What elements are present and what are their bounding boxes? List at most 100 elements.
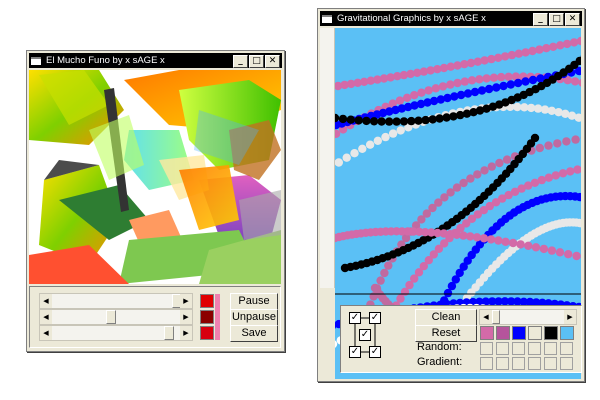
minimize-button[interactable]: _ [533, 13, 548, 26]
color-magenta[interactable] [496, 326, 510, 340]
orbit-dot [562, 137, 571, 146]
close-button[interactable]: ✕ [565, 13, 580, 26]
gradient-checkbox-2[interactable] [496, 357, 509, 370]
arrow-right-icon[interactable]: ▶ [180, 326, 192, 340]
random-checkbox-5[interactable] [544, 342, 557, 355]
orbit-dot [373, 136, 382, 145]
gradient-checkbox-3[interactable] [512, 357, 525, 370]
vertical-scrollbar[interactable] [320, 28, 335, 288]
gradient-checkbox-4[interactable] [528, 357, 541, 370]
arrow-right-icon[interactable]: ▶ [564, 310, 576, 324]
orbit-dot [558, 169, 568, 178]
checkbox-top-left[interactable]: ✓ [349, 312, 361, 324]
gradient-checkbox-5[interactable] [544, 357, 557, 370]
orbit-dot [513, 78, 523, 88]
orbit-dot [507, 50, 517, 60]
orbit-dot [544, 141, 553, 150]
minimize-button[interactable]: _ [233, 55, 248, 68]
slider-1[interactable]: ◀ ▶ [39, 293, 193, 309]
art-canvas[interactable] [29, 70, 281, 284]
orbit-dot [407, 116, 416, 126]
control-panel: ◀ ▶ ◀ ▶ ◀ ▶ Pause Unpause Save [29, 286, 281, 348]
orbit-dot [365, 140, 375, 149]
clean-button[interactable]: Clean [415, 309, 477, 326]
orbit-dot [506, 80, 515, 89]
color-pink[interactable] [480, 326, 494, 340]
orbit-dot [396, 126, 405, 135]
orbit-dot [535, 143, 544, 153]
orbit-dot [570, 77, 580, 86]
slider-thumb[interactable] [492, 310, 500, 324]
orbit-dot [508, 238, 518, 248]
color-gray[interactable] [528, 326, 542, 340]
random-checkbox-1[interactable] [480, 342, 493, 355]
orbit-dot [482, 74, 491, 83]
orbit-dot [388, 129, 398, 138]
color-swatch-1[interactable] [200, 294, 214, 308]
orbit-dot [446, 80, 455, 89]
arrow-left-icon[interactable]: ◀ [40, 326, 52, 340]
orbit-dot [504, 72, 513, 81]
checkbox-bottom-right[interactable]: ✓ [369, 346, 381, 358]
orbit-dot [555, 248, 565, 257]
orbit-dot [392, 117, 401, 126]
orbit-dot [354, 116, 363, 125]
orbit-dot [571, 135, 580, 144]
orbit-dot [531, 243, 541, 252]
unpause-button[interactable]: Unpause [230, 309, 278, 326]
gradient-checkbox-6[interactable] [560, 357, 573, 370]
title-bar[interactable]: Gravitational Graphics by x sAGE x _ □ ✕ [320, 11, 582, 26]
random-checkbox-4[interactable] [528, 342, 541, 355]
orbit-dot [335, 158, 343, 167]
slider-3[interactable]: ◀ ▶ [39, 325, 193, 341]
arrow-left-icon[interactable]: ◀ [480, 310, 492, 324]
reset-button[interactable]: Reset [415, 325, 477, 342]
close-button[interactable]: ✕ [265, 55, 280, 68]
arrow-left-icon[interactable]: ◀ [40, 310, 52, 324]
orbit-dot [569, 38, 579, 47]
random-checkbox-6[interactable] [560, 342, 573, 355]
orbit-dot [421, 115, 430, 125]
color-black[interactable] [544, 326, 558, 340]
orbit-dot [501, 237, 510, 246]
orbit-dot [380, 268, 389, 278]
orbit-dot [521, 77, 530, 86]
random-checkbox-2[interactable] [496, 342, 509, 355]
orbit-dot [350, 149, 359, 158]
orbit-dot [528, 75, 538, 85]
slider-thumb[interactable] [164, 326, 174, 340]
random-checkbox-3[interactable] [512, 342, 525, 355]
slider-2[interactable]: ◀ ▶ [39, 309, 193, 325]
orbit-dot [395, 96, 405, 105]
checkbox-bottom-left[interactable]: ✓ [349, 346, 361, 358]
orbit-dot [495, 158, 504, 168]
checkbox-top-right[interactable]: ✓ [369, 312, 381, 324]
arrow-left-icon[interactable]: ◀ [40, 294, 52, 308]
orbit-dot [381, 132, 390, 142]
slider-thumb[interactable] [106, 310, 116, 324]
pause-button[interactable]: Pause [230, 293, 278, 310]
orbit-dot [463, 89, 473, 98]
color-swatch-2[interactable] [200, 310, 214, 324]
color-swatch-3[interactable] [200, 326, 214, 340]
orbit-dot [479, 234, 489, 243]
orbit-dot [453, 78, 462, 88]
orbit-dot [456, 90, 466, 100]
maximize-button[interactable]: □ [549, 13, 564, 26]
gradient-checkbox-1[interactable] [480, 357, 493, 370]
orbit-dot [539, 244, 549, 254]
save-button[interactable]: Save [230, 325, 278, 342]
arrow-right-icon[interactable]: ▶ [180, 294, 192, 308]
checkbox-center[interactable]: ✓ [359, 329, 371, 341]
maximize-button[interactable]: □ [249, 55, 264, 68]
el-mucho-funo-window: El Mucho Funo by x sAGE x _ □ ✕ ◀ ▶ ◀ ▶ … [26, 50, 285, 352]
color-blue[interactable] [512, 326, 526, 340]
orbit-dot [480, 166, 489, 175]
window-title: El Mucho Funo by x sAGE x [46, 55, 165, 66]
color-sky[interactable] [560, 326, 574, 340]
speed-slider[interactable]: ◀ ▶ [479, 309, 577, 325]
orbit-dot [377, 117, 386, 126]
arrow-right-icon[interactable]: ▶ [180, 310, 192, 324]
title-bar[interactable]: El Mucho Funo by x sAGE x _ □ ✕ [29, 53, 282, 68]
orbit-dot [431, 84, 440, 93]
